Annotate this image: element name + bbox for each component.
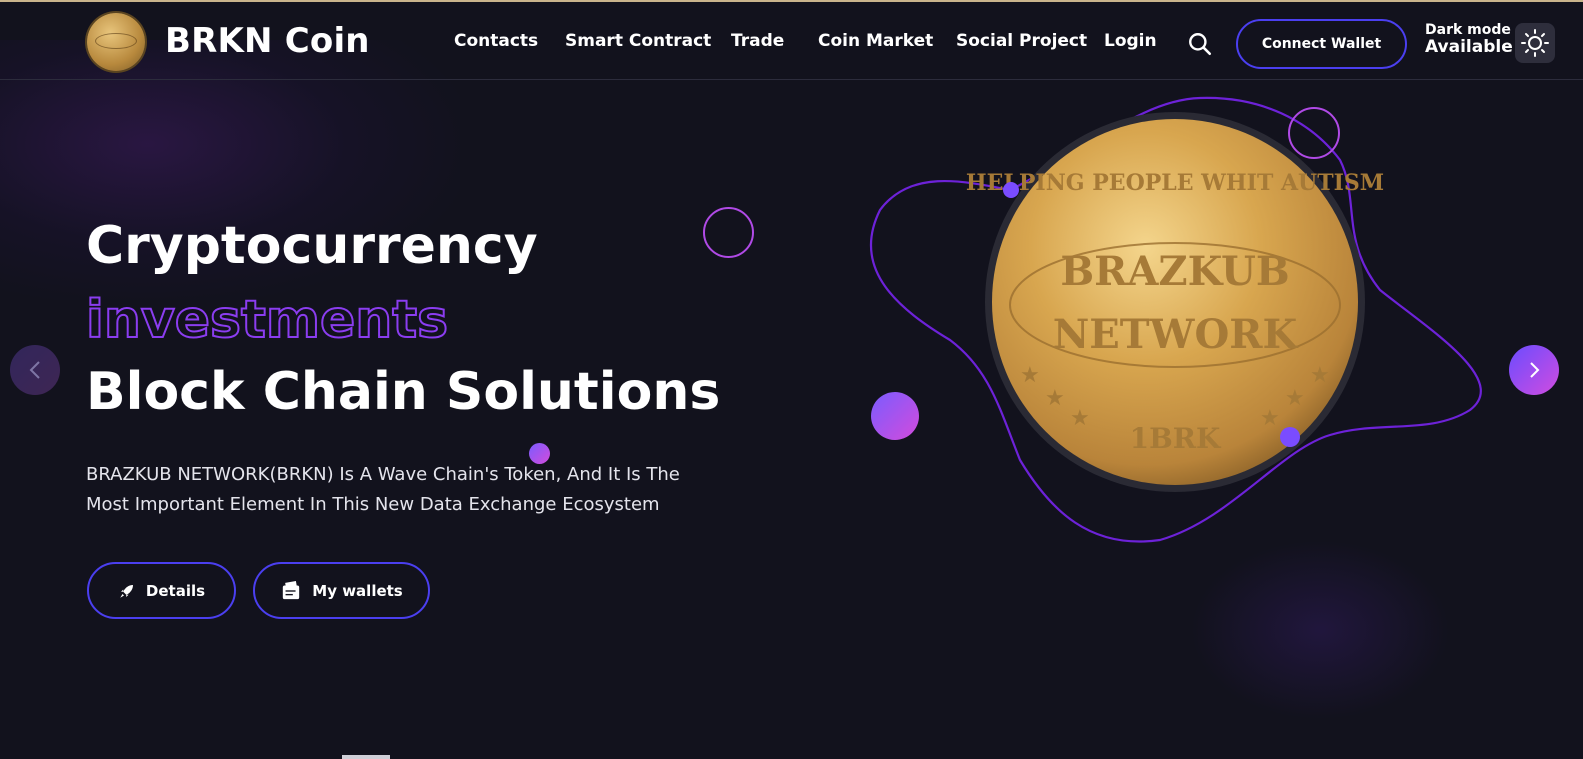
- svg-text:★: ★: [1045, 386, 1065, 411]
- site-header: BRKN Coin Contacts Smart Contract Trade …: [0, 0, 1583, 80]
- details-label: Details: [145, 581, 206, 600]
- svg-text:★: ★: [1020, 363, 1040, 388]
- search-icon[interactable]: [1187, 31, 1213, 57]
- logo-coin-image[interactable]: [87, 13, 145, 71]
- coin-center-line2: NETWORK: [1053, 311, 1299, 358]
- decorative-dot: [529, 443, 550, 464]
- hero-title-line2: investments: [85, 289, 449, 351]
- coin-center-line1: BRAZKUB: [1060, 248, 1289, 295]
- carousel-prev-button[interactable]: [10, 345, 60, 395]
- hero-title-line1: Cryptocurrency: [86, 216, 538, 276]
- dark-mode-text: Dark mode: [1425, 22, 1511, 38]
- chevron-left-icon: [29, 361, 40, 379]
- details-button[interactable]: Details: [87, 562, 236, 619]
- available-text: Available: [1425, 37, 1513, 58]
- nav-coin-market[interactable]: Coin Market: [818, 31, 933, 51]
- hero-title-line3: Block Chain Solutions: [86, 362, 721, 422]
- carousel-next-button[interactable]: [1509, 345, 1559, 395]
- coin-bottom-text: 1BRK: [1130, 422, 1222, 455]
- svg-text:★: ★: [1285, 386, 1305, 411]
- svg-text:★: ★: [1310, 363, 1330, 388]
- coin-top-text: HELPING PEOPLE WHIT AUTISM: [966, 170, 1384, 196]
- decorative-dot: [1003, 182, 1019, 198]
- nav-trade[interactable]: Trade: [731, 31, 784, 51]
- brand-name[interactable]: BRKN Coin: [165, 21, 370, 61]
- dark-mode-label: Dark mode Available: [1425, 22, 1513, 58]
- sun-icon: [1521, 29, 1549, 57]
- nav-smart-contract[interactable]: Smart Contract: [565, 31, 711, 51]
- bottom-indicator: [342, 755, 390, 759]
- nav-login[interactable]: Login: [1104, 31, 1157, 51]
- decorative-ring: [703, 207, 754, 258]
- coin-illustration: HELPING PEOPLE WHIT AUTISM BRAZKUB NETWO…: [869, 96, 1482, 543]
- svg-text:★: ★: [1070, 406, 1090, 431]
- connect-wallet-button[interactable]: Connect Wallet: [1236, 19, 1407, 69]
- my-wallets-label: My wallets: [312, 581, 403, 600]
- svg-text:★: ★: [1260, 406, 1280, 431]
- wallet-icon: [283, 580, 300, 599]
- theme-toggle-button[interactable]: [1515, 23, 1555, 63]
- nav-social-project[interactable]: Social Project: [956, 31, 1087, 51]
- nav-contacts[interactable]: Contacts: [454, 31, 538, 51]
- my-wallets-button[interactable]: My wallets: [253, 562, 430, 619]
- background-glow: [1190, 540, 1450, 720]
- decorative-dot: [1280, 427, 1300, 447]
- chevron-right-icon: [1530, 362, 1540, 378]
- hero-description: BRAZKUB NETWORK(BRKN) Is A Wave Chain's …: [86, 464, 680, 515]
- rocket-icon: [120, 584, 133, 598]
